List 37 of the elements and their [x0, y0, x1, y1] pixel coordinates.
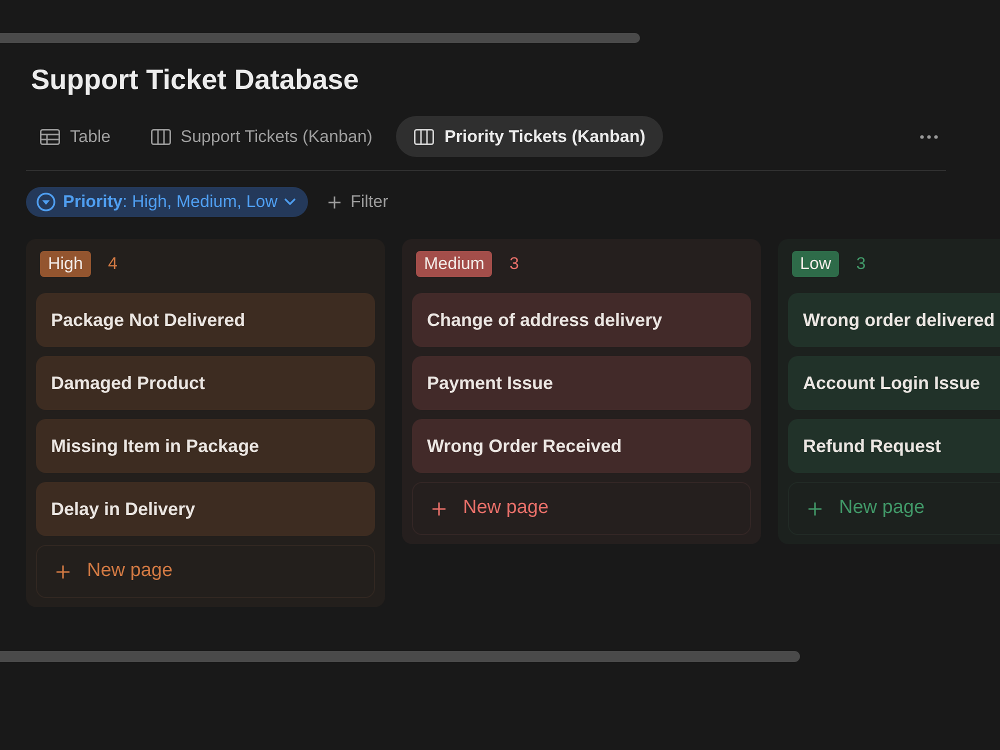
- table-icon: [40, 128, 60, 144]
- ticket-card[interactable]: Wrong order delivered: [788, 293, 1000, 347]
- ticket-card[interactable]: Payment Issue: [412, 356, 751, 410]
- more-icon: [920, 134, 938, 138]
- plus-icon: [808, 502, 822, 516]
- chevron-down-icon: [284, 198, 296, 206]
- columns-icon: [150, 128, 171, 144]
- ticket-card[interactable]: Missing Item in Package: [36, 419, 375, 473]
- scrollbar-thumb[interactable]: [0, 651, 800, 662]
- plus-icon: [56, 564, 70, 578]
- view-tab[interactable]: Support Tickets (Kanban): [134, 116, 388, 157]
- add-filter-button[interactable]: Filter: [320, 187, 396, 217]
- card-count: 4: [108, 253, 118, 276]
- scrollbar-thumb[interactable]: [0, 33, 640, 43]
- ticket-card[interactable]: Delay in Delivery: [36, 482, 375, 536]
- card-count: 3: [856, 253, 866, 276]
- priority-tag: Medium: [416, 251, 492, 277]
- ticket-card[interactable]: Package Not Delivered: [36, 293, 375, 347]
- new-page-button[interactable]: New page: [412, 482, 751, 535]
- view-tab[interactable]: Table: [24, 116, 127, 157]
- view-tab[interactable]: Priority Tickets (Kanban): [396, 116, 664, 157]
- page-title: Support Ticket Database: [31, 63, 359, 97]
- priority-tag: High: [40, 251, 91, 277]
- ticket-card[interactable]: Refund Request: [788, 419, 1000, 473]
- circle-caret-icon: [36, 192, 56, 212]
- priority-tag: Low: [792, 251, 840, 277]
- columns-icon: [414, 128, 434, 144]
- card-count: 3: [509, 253, 519, 276]
- plus-icon: [328, 196, 342, 208]
- ticket-card[interactable]: Damaged Product: [36, 356, 375, 410]
- new-page-button[interactable]: New page: [36, 545, 375, 598]
- ticket-card[interactable]: Account Login Issue: [788, 356, 1000, 410]
- new-page-button[interactable]: New page: [788, 482, 1000, 535]
- plus-icon: [432, 502, 446, 516]
- filter-chip[interactable]: Priority: High, Medium, Low: [26, 187, 308, 217]
- ticket-card[interactable]: Change of address delivery: [412, 293, 751, 347]
- ticket-card[interactable]: Wrong Order Received: [412, 419, 751, 473]
